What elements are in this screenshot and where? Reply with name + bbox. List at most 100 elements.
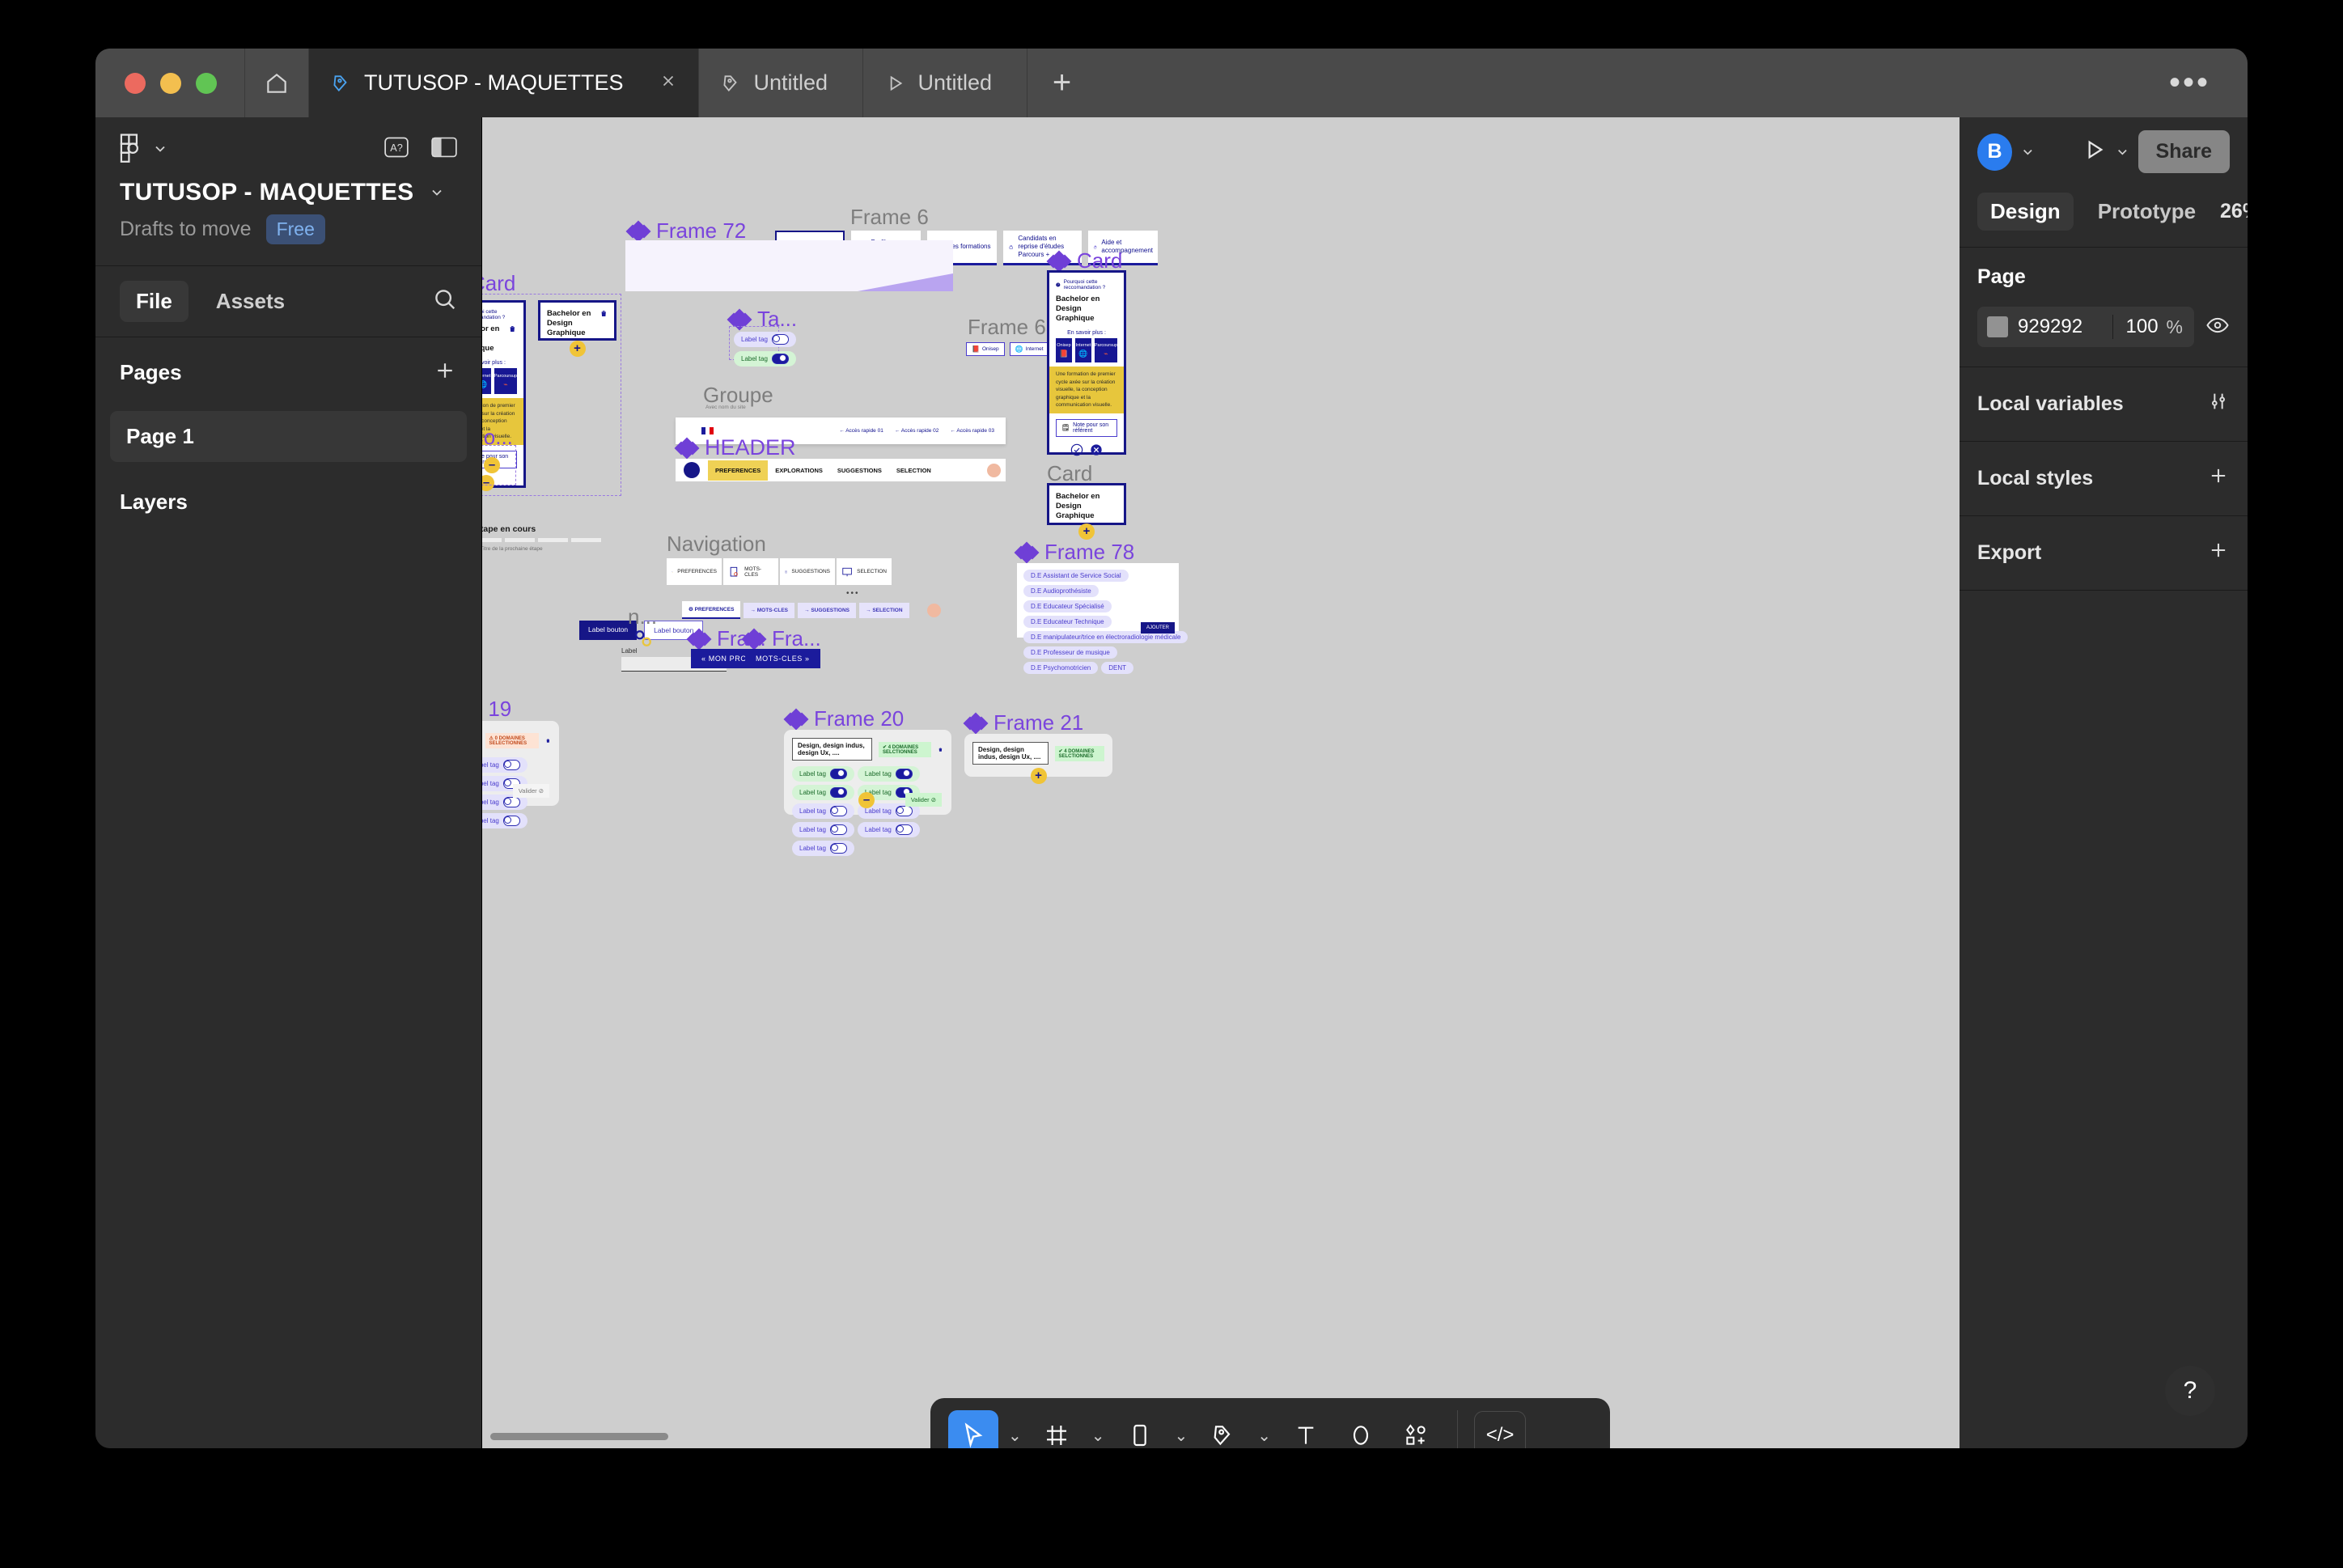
tab-assets[interactable]: Assets [200, 281, 301, 322]
toggle-off[interactable] [830, 806, 847, 816]
trash-icon[interactable] [600, 309, 608, 318]
frame72-banner[interactable] [625, 240, 953, 291]
frame-tool[interactable] [1032, 1410, 1082, 1448]
trash-icon[interactable] [938, 745, 943, 754]
layers-header[interactable]: Layers [95, 465, 481, 539]
header-nav-item-suggestions[interactable]: SUGGESTIONS [830, 467, 889, 474]
minimize-window-button[interactable] [160, 73, 181, 94]
nav-pill-preferences[interactable]: ⚙ PREFERENCES [682, 601, 740, 619]
card-link-onisep[interactable]: Onisep 📕 [1056, 338, 1072, 362]
chevron-down-icon[interactable] [2020, 144, 2036, 160]
frame-label-frame21[interactable]: Frame 21 [965, 710, 1083, 735]
tab-untitled-2[interactable]: Untitled [863, 49, 1027, 117]
shape-tool[interactable] [1115, 1410, 1165, 1448]
frame20-minus-button[interactable]: – [858, 792, 875, 808]
chip-6[interactable]: D.E Psychomotricien [1023, 662, 1098, 674]
avatar[interactable] [987, 464, 1001, 477]
chip-7[interactable]: DENT [1101, 662, 1133, 674]
toggle-panel-icon[interactable] [431, 137, 457, 162]
present-button[interactable] [2081, 137, 2107, 167]
chip-3[interactable]: D.E Educateur Technique [1023, 616, 1112, 628]
gears-icon[interactable] [629, 625, 657, 652]
frame19-validate-button[interactable]: Valider ⊘ [513, 784, 549, 798]
tag-6[interactable]: Label tag [792, 822, 854, 837]
trash-icon[interactable] [508, 324, 517, 333]
card-link-internet[interactable]: Internet 🌐 [1075, 338, 1091, 362]
toggle-off[interactable] [503, 797, 520, 807]
toggle-on[interactable] [830, 787, 847, 798]
tune-icon[interactable] [2207, 390, 2230, 418]
tag-7[interactable]: Label tag [858, 822, 920, 837]
fill-hex-value[interactable]: 929292 [2018, 316, 2112, 338]
maximize-window-button[interactable] [196, 73, 217, 94]
frame-label-frame19[interactable]: Frame 19 [482, 697, 511, 722]
share-button[interactable]: Share [2138, 130, 2230, 173]
fill-control[interactable]: 929292 100 % [1977, 307, 2194, 347]
frame21-panel[interactable]: Design, design indus, design Ux, .... ✔ … [964, 734, 1112, 777]
plan-badge[interactable]: Free [266, 214, 325, 244]
chip-0[interactable]: D.E Assistant de Service Social [1023, 570, 1129, 582]
nav-card-suggestions[interactable]: SUGGESTIONS [780, 558, 835, 585]
tag-2[interactable]: Label tag [792, 785, 854, 800]
card-note-button[interactable]: 🗒 Note pour son référent [1056, 419, 1117, 437]
nav-pill-selection[interactable]: → SELECTION [859, 603, 909, 618]
toggle-off[interactable] [896, 824, 913, 835]
close-icon[interactable] [659, 70, 677, 95]
chevron-down-icon[interactable]: ⌄ [1252, 1426, 1276, 1446]
frame-label-card-left[interactable]: Card [482, 271, 515, 296]
nav-card-mots-cles[interactable]: MOTS-CLES [723, 558, 778, 585]
help-button[interactable]: ? [2165, 1366, 2215, 1416]
frame20-panel[interactable]: Design, design indus, design Ux, .... ✔ … [784, 730, 951, 815]
card-right-expanded[interactable]: ? Pourquoi cette reccomandation ? Bachel… [1047, 270, 1126, 455]
toggle-on[interactable] [830, 769, 847, 779]
home-button[interactable] [245, 49, 309, 117]
toggle-off[interactable] [503, 816, 520, 826]
chevron-down-icon[interactable]: ⌄ [1087, 1426, 1110, 1446]
frame20-input[interactable]: Design, design indus, design Ux, .... [792, 738, 872, 761]
tab-prototype[interactable]: Prototype [2085, 193, 2209, 231]
file-name-row[interactable]: TUTUSOP - MAQUETTES [95, 169, 481, 206]
card-plus-button[interactable]: + [570, 341, 586, 357]
move-tool[interactable] [948, 1410, 998, 1448]
window-overflow-menu[interactable]: ••• [2169, 49, 2248, 117]
avatar[interactable]: B [1977, 133, 2012, 171]
frame78-add-button[interactable]: AJOUTER [1141, 622, 1175, 634]
tag-1[interactable]: Label tag [858, 766, 920, 782]
frame78-panel[interactable]: D.E Assistant de Service Social D.E Audi… [1017, 563, 1179, 638]
chip-1[interactable]: D.E Audioprothésiste [1023, 585, 1099, 597]
frame68-link-internet[interactable]: 🌐 Internet [1010, 342, 1049, 356]
check-circle-icon[interactable] [1070, 443, 1083, 456]
header-nav-item-preferences[interactable]: PREFERENCES [708, 460, 768, 481]
tag-chip-0[interactable]: Label tag [734, 332, 796, 347]
card-link-parcoursup[interactable]: Parcoursup ⌁ [1095, 338, 1117, 362]
tab-design[interactable]: Design [1977, 193, 2074, 231]
design-canvas[interactable]: Frame 6 Fonctionnement de Parcoursup Pro… [482, 117, 1960, 1448]
dev-mode-button[interactable]: </> [1474, 1411, 1526, 1448]
card-link-internet[interactable]: Internet 🌐 [482, 368, 491, 394]
quick-link-1[interactable]: ← Accès rapide 02 [895, 428, 939, 434]
minus-button[interactable]: – [484, 457, 500, 473]
color-swatch[interactable] [1987, 316, 2008, 337]
toggle-on[interactable] [896, 769, 913, 779]
add-page-button[interactable] [433, 358, 457, 387]
sidebar-item-page-1[interactable]: Page 1 [110, 411, 467, 462]
frame-label-frame78[interactable]: Frame 78 [1016, 540, 1134, 565]
plus-icon[interactable] [2207, 539, 2230, 567]
tag-1[interactable]: Label tag [482, 757, 527, 773]
overflow-dots[interactable]: ••• [846, 589, 860, 598]
x-circle-icon[interactable] [1090, 443, 1103, 456]
frame-label-frame20[interactable]: Frame 20 [786, 706, 904, 731]
zoom-control[interactable]: 26% [2220, 200, 2248, 223]
figma-menu-button[interactable] [120, 133, 168, 164]
chevron-down-icon[interactable]: ⌄ [1003, 1426, 1027, 1446]
section-export[interactable]: Export [1960, 516, 2248, 590]
fill-opacity-value[interactable]: 100 [2113, 316, 2167, 338]
header-nav-item-explorations[interactable]: EXPLORATIONS [768, 467, 830, 474]
nav-pill-suggestions[interactable]: → SUGGESTIONS [798, 603, 856, 618]
text-tool[interactable] [1281, 1410, 1331, 1448]
visibility-icon[interactable] [2205, 313, 2230, 341]
nav-pill-mots-cles[interactable]: → MOTS-CLES [744, 603, 794, 618]
search-icon[interactable] [433, 287, 457, 316]
frame21-input[interactable]: Design, design indus, design Ux, .... [972, 742, 1049, 765]
header-nav-item-selection[interactable]: SELECTION [889, 467, 938, 474]
